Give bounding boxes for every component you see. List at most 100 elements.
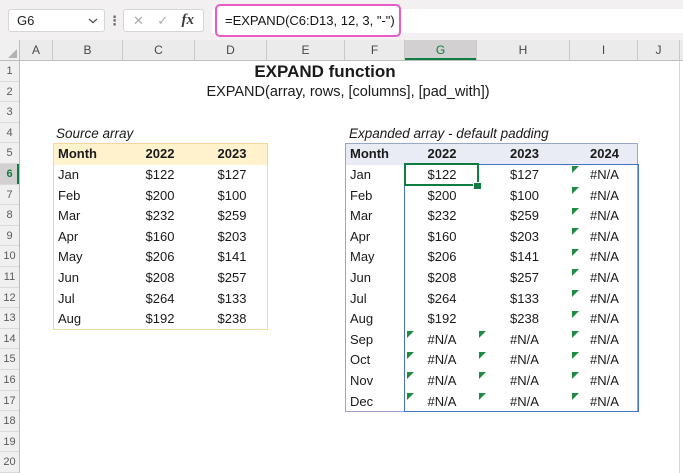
data-cell[interactable]: #N/A: [571, 392, 637, 411]
data-cell[interactable]: #N/A: [406, 350, 478, 371]
row-header-3[interactable]: 3: [0, 102, 19, 123]
header-cell[interactable]: Month: [346, 144, 406, 165]
data-cell[interactable]: $100: [196, 186, 267, 207]
data-cell[interactable]: $257: [196, 268, 267, 289]
column-header-C[interactable]: C: [123, 40, 195, 60]
data-cell[interactable]: #N/A: [406, 371, 478, 392]
data-cell[interactable]: $208: [406, 268, 478, 289]
data-cell[interactable]: Mar: [54, 206, 124, 227]
row-header-10[interactable]: 10: [0, 246, 19, 267]
data-cell[interactable]: Feb: [346, 186, 406, 207]
data-cell[interactable]: $133: [478, 289, 571, 310]
data-cell[interactable]: #N/A: [478, 392, 571, 411]
data-cell[interactable]: $206: [406, 247, 478, 268]
formula-input[interactable]: =EXPAND(C6:D13, 12, 3, "-"): [215, 4, 401, 37]
row-header-12[interactable]: 12: [0, 288, 19, 309]
row-header-9[interactable]: 9: [0, 226, 19, 247]
data-cell[interactable]: Oct: [346, 350, 406, 371]
row-header-20[interactable]: 20: [0, 452, 19, 473]
data-cell[interactable]: Feb: [54, 186, 124, 207]
data-cell[interactable]: $203: [196, 227, 267, 248]
data-cell[interactable]: #N/A: [571, 186, 637, 207]
data-cell[interactable]: #N/A: [571, 330, 637, 351]
row-header-16[interactable]: 16: [0, 370, 19, 391]
column-header-D[interactable]: D: [195, 40, 267, 60]
data-cell[interactable]: $257: [478, 268, 571, 289]
data-cell[interactable]: Jun: [346, 268, 406, 289]
data-cell[interactable]: $232: [124, 206, 196, 227]
data-cell[interactable]: $259: [478, 206, 571, 227]
data-cell[interactable]: $127: [196, 165, 267, 186]
column-header-H[interactable]: H: [477, 40, 570, 60]
data-cell[interactable]: #N/A: [571, 350, 637, 371]
data-cell[interactable]: $160: [406, 227, 478, 248]
data-cell[interactable]: #N/A: [478, 330, 571, 351]
row-header-6[interactable]: 6: [0, 164, 19, 185]
data-cell[interactable]: $192: [124, 309, 196, 329]
data-cell[interactable]: $122: [406, 165, 478, 186]
data-cell[interactable]: $238: [478, 309, 571, 330]
column-header-G[interactable]: G: [405, 40, 477, 60]
row-header-1[interactable]: 1: [0, 61, 19, 82]
data-cell[interactable]: May: [346, 247, 406, 268]
more-options-icon[interactable]: ⋮: [108, 9, 121, 32]
data-cell[interactable]: $206: [124, 247, 196, 268]
data-cell[interactable]: #N/A: [478, 350, 571, 371]
data-cell[interactable]: $160: [124, 227, 196, 248]
row-header-14[interactable]: 14: [0, 329, 19, 350]
header-cell[interactable]: 2022: [406, 144, 478, 165]
data-cell[interactable]: #N/A: [571, 227, 637, 248]
column-header-F[interactable]: F: [345, 40, 405, 60]
data-cell[interactable]: $238: [196, 309, 267, 329]
data-cell[interactable]: $208: [124, 268, 196, 289]
row-header-18[interactable]: 18: [0, 411, 19, 432]
data-cell[interactable]: Jan: [346, 165, 406, 186]
row-header-15[interactable]: 15: [0, 349, 19, 370]
row-header-11[interactable]: 11: [0, 267, 19, 288]
header-cell[interactable]: 2024: [571, 144, 637, 165]
column-header-I[interactable]: I: [570, 40, 638, 60]
data-cell[interactable]: May: [54, 247, 124, 268]
column-header-A[interactable]: A: [20, 40, 53, 60]
row-header-5[interactable]: 5: [0, 143, 19, 164]
data-cell[interactable]: Jun: [54, 268, 124, 289]
chevron-down-icon[interactable]: [88, 18, 104, 24]
data-cell[interactable]: $100: [478, 186, 571, 207]
fill-handle[interactable]: [473, 181, 482, 190]
data-cell[interactable]: Apr: [54, 227, 124, 248]
data-cell[interactable]: #N/A: [571, 206, 637, 227]
data-cell[interactable]: $122: [124, 165, 196, 186]
data-cell[interactable]: Apr: [346, 227, 406, 248]
data-cell[interactable]: #N/A: [571, 247, 637, 268]
data-cell[interactable]: $133: [196, 289, 267, 310]
data-cell[interactable]: #N/A: [571, 289, 637, 310]
row-header-19[interactable]: 19: [0, 432, 19, 453]
data-cell[interactable]: Aug: [54, 309, 124, 329]
row-header-7[interactable]: 7: [0, 185, 19, 206]
data-cell[interactable]: #N/A: [571, 371, 637, 392]
data-cell[interactable]: #N/A: [571, 268, 637, 289]
header-cell[interactable]: Month: [54, 144, 124, 165]
header-cell[interactable]: 2023: [478, 144, 571, 165]
data-cell[interactable]: $232: [406, 206, 478, 227]
insert-function-icon[interactable]: fx: [182, 12, 195, 29]
data-cell[interactable]: $141: [478, 247, 571, 268]
data-cell[interactable]: $264: [406, 289, 478, 310]
row-header-4[interactable]: 4: [0, 123, 19, 144]
data-cell[interactable]: #N/A: [478, 371, 571, 392]
data-cell[interactable]: $127: [478, 165, 571, 186]
data-cell[interactable]: $192: [406, 309, 478, 330]
data-cell[interactable]: $141: [196, 247, 267, 268]
header-cell[interactable]: 2023: [196, 144, 267, 165]
column-header-J[interactable]: J: [638, 40, 680, 60]
enter-icon[interactable]: ✓: [157, 13, 168, 29]
data-cell[interactable]: Sep: [346, 330, 406, 351]
data-cell[interactable]: Nov: [346, 371, 406, 392]
column-header-B[interactable]: B: [53, 40, 123, 60]
data-cell[interactable]: #N/A: [571, 165, 637, 186]
data-cell[interactable]: $259: [196, 206, 267, 227]
data-cell[interactable]: Mar: [346, 206, 406, 227]
data-cell[interactable]: Jul: [346, 289, 406, 310]
data-cell[interactable]: Dec: [346, 392, 406, 411]
data-cell[interactable]: $264: [124, 289, 196, 310]
